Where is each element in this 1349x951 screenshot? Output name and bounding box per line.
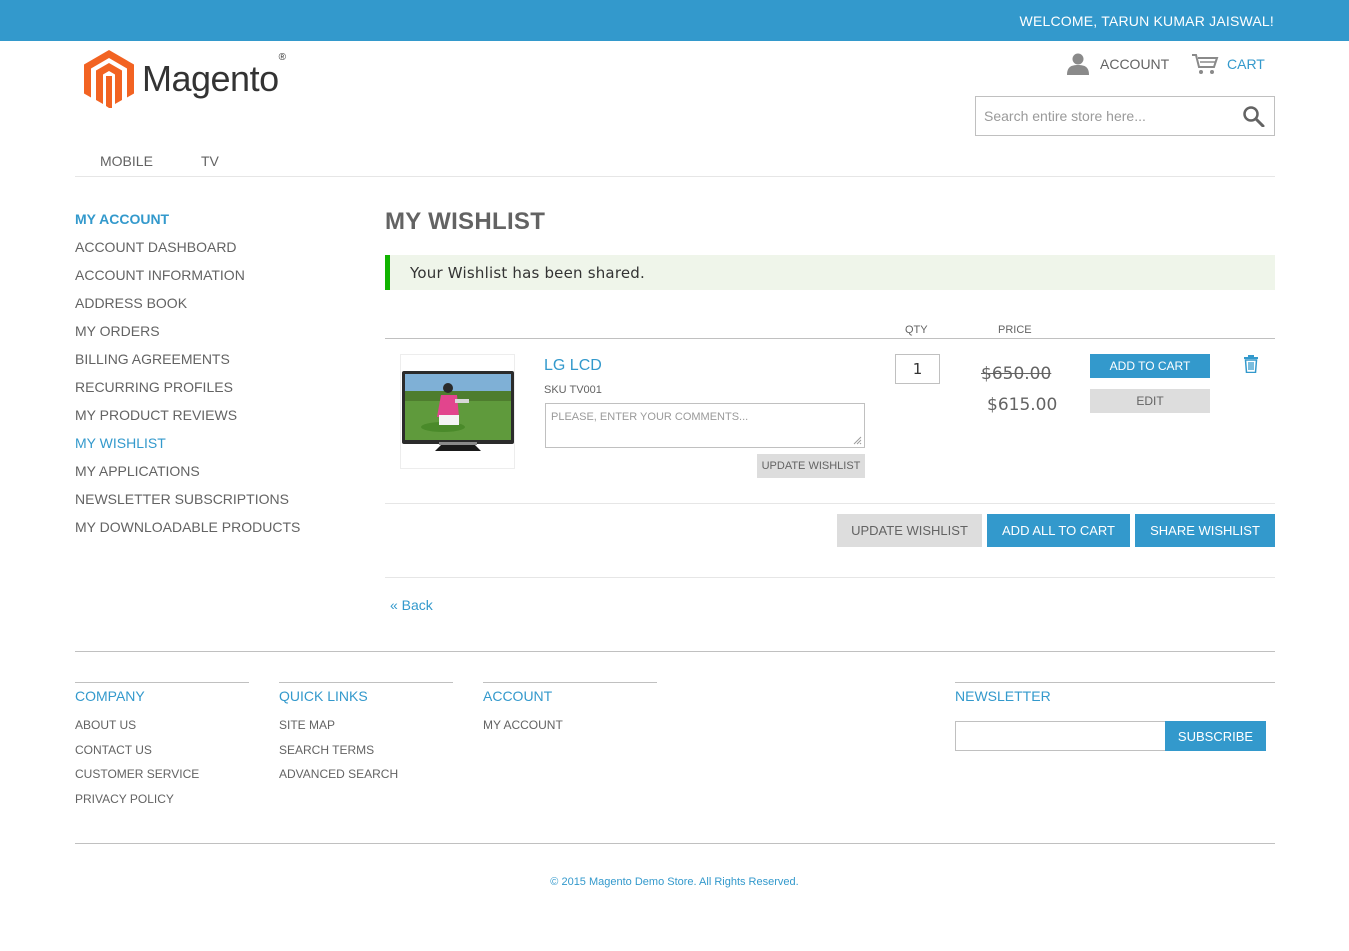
quantity-input[interactable] [895,354,940,384]
nav-item-mobile[interactable]: MOBILE [100,153,153,169]
add-to-cart-button[interactable]: ADD TO CART [1090,354,1210,378]
top-bar: WELCOME, TARUN KUMAR JAISWAL! [0,0,1349,41]
product-sku: SKU TV001 [544,384,602,396]
footer-newsletter-title: NEWSLETTER [955,688,1051,704]
store-logo[interactable]: Magento® [84,50,286,108]
actions-divider [385,577,1275,578]
column-header-price: PRICE [998,324,1032,336]
trash-icon[interactable] [1243,355,1259,373]
cart-icon [1192,54,1219,74]
newsletter-email-input[interactable] [955,721,1166,751]
copyright-text: © 2015 Magento Demo Store. All Rights Re… [550,876,799,888]
footer-link-site-map[interactable]: SITE MAP [279,718,453,743]
footer-link-privacy-policy[interactable]: PRIVACY POLICY [75,792,249,817]
sidebar-item-recurring-profiles[interactable]: RECURRING PROFILES [75,378,335,406]
footer-link-advanced-search[interactable]: ADVANCED SEARCH [279,767,453,792]
footer-account-title: ACCOUNT [483,688,553,704]
footer-quick-links-column: QUICK LINKS SITE MAP SEARCH TERMS ADVANC… [279,682,453,792]
column-header-qty: QTY [905,324,928,336]
footer-newsletter-column: NEWSLETTER [955,682,1275,718]
old-price: $650.00 [981,364,1052,384]
footer-link-search-terms[interactable]: SEARCH TERMS [279,743,453,768]
person-icon [1067,53,1089,75]
footer-company-title: COMPANY [75,688,145,704]
sidebar-item-account-dashboard[interactable]: ACCOUNT DASHBOARD [75,238,335,266]
search-box [975,96,1275,136]
product-name-link[interactable]: LG LCD [544,357,602,375]
logo-wordmark: Magento® [142,52,286,99]
account-label: ACCOUNT [1100,56,1170,72]
footer-link-customer-service[interactable]: CUSTOMER SERVICE [75,767,249,792]
resize-grip-icon[interactable] [852,435,862,445]
footer-account-column: ACCOUNT MY ACCOUNT [483,682,657,743]
back-link[interactable]: « Back [390,597,433,613]
product-comment-field[interactable] [545,403,865,448]
sidebar-title: MY ACCOUNT [75,211,170,227]
footer-link-about-us[interactable]: ABOUT US [75,718,249,743]
sidebar-item-my-downloadable-products[interactable]: MY DOWNLOADABLE PRODUCTS [75,518,335,546]
add-all-to-cart-button[interactable]: ADD ALL TO CART [987,514,1130,547]
edit-item-button[interactable]: EDIT [1090,389,1210,413]
main-nav: MOBILE TV [75,150,1275,177]
footer-link-my-account[interactable]: MY ACCOUNT [483,718,657,743]
product-image[interactable] [400,354,515,469]
sidebar-item-my-product-reviews[interactable]: MY PRODUCT REVIEWS [75,406,335,434]
subscribe-button[interactable]: SUBSCRIBE [1165,721,1266,751]
success-message-text: Your Wishlist has been shared. [410,264,645,282]
sidebar-item-account-information[interactable]: ACCOUNT INFORMATION [75,266,335,294]
welcome-message: WELCOME, TARUN KUMAR JAISWAL! [1019,13,1274,29]
tv-product-picture [402,371,514,451]
row-divider [385,503,1275,504]
sidebar-item-address-book[interactable]: ADDRESS BOOK [75,294,335,322]
sidebar-item-my-wishlist[interactable]: MY WISHLIST [75,434,335,462]
page-title: MY WISHLIST [385,208,546,235]
sidebar-item-billing-agreements[interactable]: BILLING AGREEMENTS [75,350,335,378]
footer-link-contact-us[interactable]: CONTACT US [75,743,249,768]
cart-label: CART [1227,56,1265,72]
special-price: $615.00 [987,395,1058,415]
footer-company-column: COMPANY ABOUT US CONTACT US CUSTOMER SER… [75,682,249,817]
footer-divider [75,651,1275,652]
share-wishlist-button[interactable]: SHARE WISHLIST [1135,514,1275,547]
cart-link[interactable]: CART [1191,52,1265,76]
sidebar-item-my-orders[interactable]: MY ORDERS [75,322,335,350]
account-sidebar: MY ACCOUNT ACCOUNT DASHBOARD ACCOUNT INF… [75,210,335,546]
update-wishlist-button[interactable]: UPDATE WISHLIST [837,514,982,547]
sidebar-item-newsletter-subscriptions[interactable]: NEWSLETTER SUBSCRIPTIONS [75,490,335,518]
magento-logo-icon [84,50,134,108]
search-input[interactable] [976,97,1231,135]
footer-bottom-divider [75,843,1275,844]
table-header-divider [385,338,1275,339]
footer-quick-links-title: QUICK LINKS [279,688,368,704]
nav-item-tv[interactable]: TV [201,153,219,169]
sidebar-item-my-applications[interactable]: MY APPLICATIONS [75,462,335,490]
account-link[interactable]: ACCOUNT [1066,52,1169,76]
item-update-wishlist-button[interactable]: UPDATE WISHLIST [757,454,865,478]
success-message: Your Wishlist has been shared. [385,255,1275,290]
search-icon[interactable] [1242,105,1266,127]
